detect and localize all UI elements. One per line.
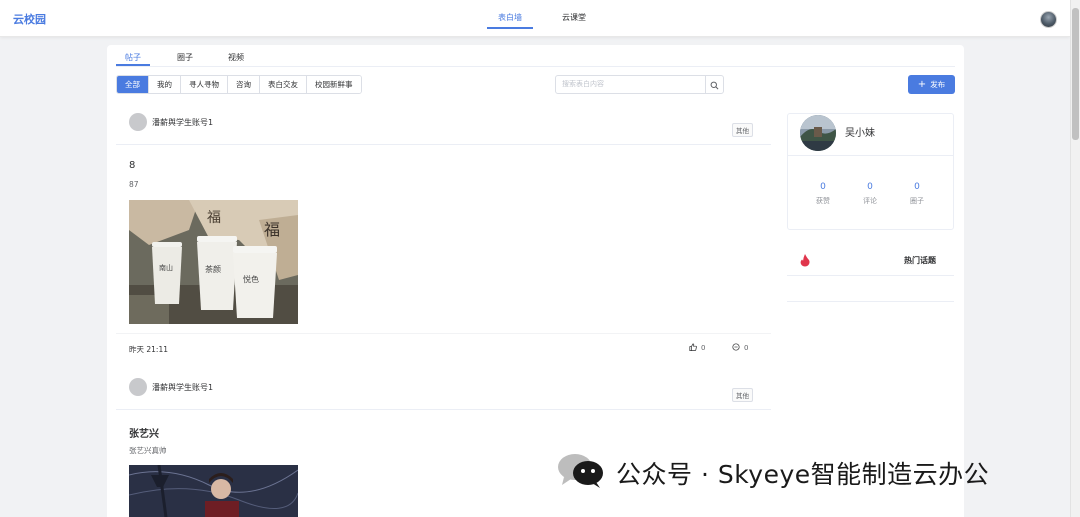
svg-text:福: 福 <box>207 210 221 226</box>
stat-circles[interactable]: 0 圈子 <box>902 182 932 206</box>
stat-comments[interactable]: 0 评论 <box>855 182 885 206</box>
author-name[interactable]: 潘薪舆学生账号1 <box>152 382 213 393</box>
comment-icon <box>732 343 740 353</box>
post-image[interactable] <box>129 465 298 517</box>
svg-text:福: 福 <box>264 220 280 239</box>
search-input[interactable] <box>556 76 705 93</box>
post-content: 87 <box>129 180 139 189</box>
stat-likes[interactable]: 0 获赞 <box>808 182 838 206</box>
category-tag: 其他 <box>732 123 753 137</box>
filter-campus-news-button[interactable]: 校园新鲜事 <box>307 76 361 93</box>
post-footer: 昨天 21:11 0 0 <box>116 333 771 363</box>
profile-card: 吴小妹 0 获赞 0 评论 0 圈子 <box>787 113 954 230</box>
tab-videos[interactable]: 视频 <box>228 52 244 63</box>
tab-posts[interactable]: 帖子 <box>125 52 141 63</box>
likes-count: 0 <box>820 182 826 192</box>
filter-lost-found-button[interactable]: 寻人寻物 <box>181 76 228 93</box>
svg-text:悦色: 悦色 <box>243 274 259 284</box>
circles-label: 圈子 <box>910 197 924 205</box>
active-tab-indicator <box>487 27 533 29</box>
post-header: 潘薪舆学生账号1 其他 <box>116 112 771 145</box>
sub-tab-divider <box>116 66 955 67</box>
publish-button[interactable]: + 发布 <box>908 75 955 94</box>
watermark: 公众号 · Skyeye智能制造云办公 <box>556 453 989 493</box>
profile-header: 吴小妹 <box>788 114 953 156</box>
watermark-text: 公众号 · Skyeye智能制造云办公 <box>616 460 990 489</box>
comment-button[interactable]: 0 <box>732 343 748 353</box>
author-avatar[interactable] <box>129 113 147 131</box>
search-icon <box>710 75 719 94</box>
user-avatar[interactable] <box>1040 11 1057 28</box>
hot-topics-header: 热门话题 <box>787 244 954 276</box>
filter-all-button[interactable]: 全部 <box>117 76 149 93</box>
tab-circles[interactable]: 圈子 <box>177 52 193 63</box>
svg-text:南山: 南山 <box>159 263 173 272</box>
svg-text:茶颜: 茶颜 <box>205 264 221 274</box>
post-image[interactable]: 福 福 南山 茶颜 悦色 <box>129 200 298 324</box>
profile-name: 吴小妹 <box>845 128 875 139</box>
hot-topics-panel: 热门话题 <box>787 244 954 302</box>
hot-topics-title: 热门话题 <box>904 256 936 265</box>
category-tag: 其他 <box>732 388 753 402</box>
like-count: 0 <box>701 344 706 352</box>
like-button[interactable]: 0 <box>689 343 705 353</box>
post-header: 潘薪舆学生账号1 其他 <box>116 377 771 410</box>
post-card[interactable]: 潘薪舆学生账号1 其他 张艺兴 张艺兴真帅 <box>116 377 771 517</box>
filter-mine-button[interactable]: 我的 <box>149 76 181 93</box>
post-content: 张艺兴真帅 <box>129 446 167 455</box>
thumbs-up-icon <box>689 343 697 353</box>
post-time: 昨天 21:11 <box>129 345 168 354</box>
search-button[interactable] <box>705 76 723 93</box>
tab-cloud-classroom[interactable]: 云课堂 <box>562 12 586 23</box>
post-card[interactable]: 潘薪舆学生账号1 其他 8 87 福 福 南山 茶颜 悦色 昨天 21:11 0… <box>116 112 771 368</box>
publish-label: 发布 <box>930 80 946 89</box>
scrollbar-thumb[interactable] <box>1072 8 1079 140</box>
circles-count: 0 <box>914 182 920 192</box>
category-filter-group: 全部 我的 寻人寻物 咨询 表白交友 校园新鲜事 <box>116 75 362 94</box>
post-title: 张艺兴 <box>129 429 159 440</box>
likes-label: 获赞 <box>816 197 830 205</box>
profile-avatar[interactable] <box>800 115 836 151</box>
comment-count: 0 <box>744 344 749 352</box>
plus-icon: + <box>917 78 927 90</box>
app-logo[interactable]: 云校园 <box>13 11 46 27</box>
top-navbar: 云校园 表白墙 云课堂 <box>0 0 1070 37</box>
comments-label: 评论 <box>863 197 877 205</box>
filter-dating-button[interactable]: 表白交友 <box>260 76 307 93</box>
wechat-icon <box>556 453 608 493</box>
fire-icon <box>800 252 810 271</box>
page-scrollbar[interactable] <box>1070 0 1080 517</box>
author-name[interactable]: 潘薪舆学生账号1 <box>152 117 213 128</box>
search-box <box>555 75 724 94</box>
comments-count: 0 <box>867 182 873 192</box>
filter-consult-button[interactable]: 咨询 <box>228 76 260 93</box>
post-title: 8 <box>129 160 136 171</box>
hot-topics-divider <box>787 301 954 302</box>
main-panel: 帖子 圈子 视频 全部 我的 寻人寻物 咨询 表白交友 校园新鲜事 + 发布 潘… <box>107 45 964 517</box>
tab-confession-wall[interactable]: 表白墙 <box>498 12 522 23</box>
author-avatar[interactable] <box>129 378 147 396</box>
